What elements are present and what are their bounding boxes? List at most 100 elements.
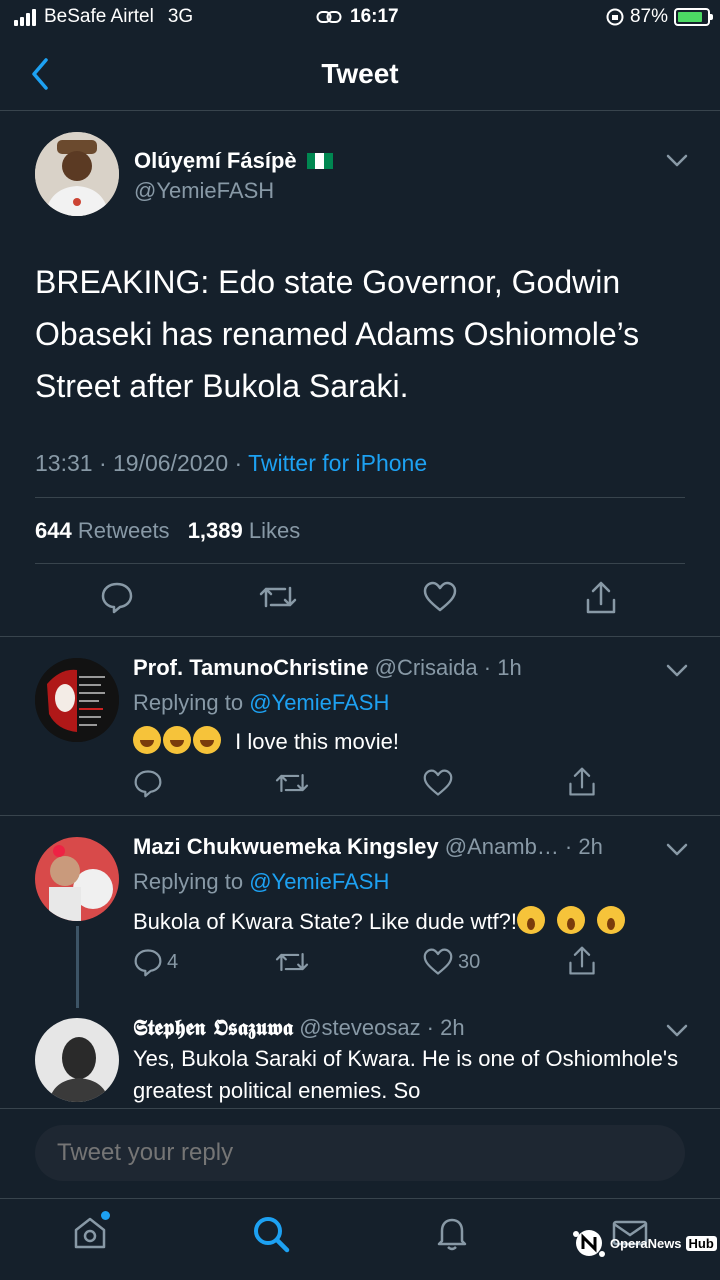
watermark-text: OperaNews — [610, 1235, 682, 1251]
reply-avatar[interactable] — [35, 1018, 119, 1102]
chevron-down-icon[interactable] — [666, 154, 688, 168]
search-icon — [254, 1217, 290, 1253]
replying-to-label: Replying to — [133, 690, 244, 715]
retweets-label[interactable]: Retweets — [78, 518, 170, 543]
reply-text: I love this movie! — [235, 729, 399, 754]
carrier-label: BeSafe Airtel — [44, 6, 154, 27]
thread-line — [76, 926, 79, 1008]
status-center: 16:17 — [316, 6, 399, 28]
reply-header: Mazi Chukwuemeka Kingsley @Anamb… · 2h — [133, 834, 603, 860]
network-label: 3G — [167, 6, 194, 27]
screaming-face-emoji — [597, 906, 626, 934]
like-button[interactable] — [422, 768, 454, 798]
reply-button[interactable] — [100, 580, 134, 614]
watermark: OperaNews Hub — [572, 1226, 717, 1260]
chevron-down-icon[interactable] — [666, 843, 688, 857]
divider — [35, 497, 685, 498]
reply-author-name[interactable]: 𝕾𝖙𝖊𝖕𝖍𝖊𝖓 𝕺𝖘𝖆𝖟𝖚𝖜𝖆 — [133, 1015, 293, 1041]
comment-icon — [101, 582, 133, 614]
tweet-stats: 644 Retweets 1,389 Likes — [35, 518, 300, 544]
watermark-badge: Hub — [685, 1235, 717, 1251]
tweet-timestamp: 13:31 · 19/06/2020 · — [35, 450, 243, 476]
share-button[interactable] — [583, 580, 619, 616]
chevron-down-icon[interactable] — [666, 664, 688, 678]
reply-button[interactable] — [133, 768, 163, 798]
share-icon — [569, 946, 595, 975]
rotation-lock-icon — [606, 8, 624, 26]
reply-composer-bar — [0, 1108, 720, 1198]
page-title: Tweet — [321, 58, 399, 89]
replying-to-handle[interactable]: @YemieFASH — [249, 690, 389, 715]
share-button[interactable] — [566, 945, 598, 977]
retweets-count[interactable]: 644 — [35, 518, 72, 543]
divider — [35, 563, 685, 564]
author-avatar[interactable] — [35, 132, 119, 216]
likes-count[interactable]: 1,389 — [188, 518, 243, 543]
link-icon — [316, 11, 342, 23]
battery-percent: 87% — [629, 6, 668, 27]
reply-avatar[interactable] — [35, 837, 119, 921]
reply-author-handle: @Crisaida · 1h — [374, 655, 522, 680]
operanews-logo-icon — [573, 1230, 605, 1257]
retweet-button[interactable] — [274, 768, 310, 798]
like-count: 30 — [458, 950, 481, 973]
tweet-actions — [0, 580, 720, 620]
reply-input[interactable] — [35, 1125, 685, 1181]
replying-to-handle[interactable]: @YemieFASH — [249, 869, 389, 894]
tab-search[interactable] — [250, 1213, 294, 1257]
reply-tweet[interactable]: Mazi Chukwuemeka Kingsley @Anamb… · 2h R… — [0, 817, 720, 997]
retweet-icon — [259, 586, 297, 608]
tweet-meta: 13:31 · 19/06/2020 · Twitter for iPhone — [35, 450, 427, 477]
tab-home[interactable] — [70, 1211, 114, 1257]
reply-author-handle: @steveosaz · 2h — [299, 1015, 465, 1040]
reply-text-row: Bukola of Kwara State? Like dude wtf?! — [133, 906, 627, 938]
reply-text: Bukola of Kwara State? Like dude wtf?! — [133, 909, 518, 934]
share-icon — [569, 767, 595, 796]
reply-count: 4 — [167, 950, 179, 973]
heart-icon — [423, 769, 453, 796]
retweet-icon — [275, 773, 309, 793]
like-button[interactable] — [422, 580, 458, 614]
reply-author-name[interactable]: Mazi Chukwuemeka Kingsley — [133, 834, 439, 859]
reply-button[interactable]: 4 — [133, 947, 178, 977]
retweet-button[interactable] — [274, 947, 310, 977]
reply-header: 𝕾𝖙𝖊𝖕𝖍𝖊𝖓 𝕺𝖘𝖆𝖟𝖚𝖜𝖆 @steveosaz · 2h — [133, 1015, 465, 1041]
reply-tweet[interactable]: 𝕾𝖙𝖊𝖕𝖍𝖊𝖓 𝕺𝖘𝖆𝖟𝖚𝖜𝖆 @steveosaz · 2h Yes, Buk… — [0, 998, 720, 1108]
screaming-face-emoji — [557, 906, 586, 934]
replying-to-label: Replying to — [133, 869, 244, 894]
author-name[interactable]: Olúyẹmí Fásípè — [134, 148, 297, 174]
retweet-button[interactable] — [258, 580, 298, 614]
heart-icon — [423, 948, 453, 975]
clock: 16:17 — [350, 6, 399, 27]
tweet-source-link[interactable]: Twitter for iPhone — [248, 450, 427, 476]
reply-header: Prof. TamunoChristine @Crisaida · 1h — [133, 655, 522, 681]
notification-dot — [101, 1211, 110, 1220]
retweet-icon — [275, 952, 309, 972]
comment-icon — [134, 770, 162, 798]
screaming-face-emoji — [517, 906, 546, 934]
tweet-text: BREAKING: Edo state Governor, Godwin Oba… — [35, 264, 640, 404]
chevron-down-icon[interactable] — [666, 1024, 688, 1038]
status-right: 87% — [606, 6, 713, 28]
likes-label[interactable]: Likes — [249, 518, 300, 543]
reply-tweet[interactable]: Prof. TamunoChristine @Crisaida · 1h Rep… — [0, 638, 720, 816]
reply-author-name[interactable]: Prof. TamunoChristine — [133, 655, 369, 680]
like-button[interactable]: 30 — [422, 947, 480, 977]
heart-icon — [423, 581, 457, 612]
battery-icon — [674, 8, 713, 26]
signal-icon — [14, 8, 36, 26]
reply-text: Yes, Bukola Saraki of Kwara. He is one o… — [133, 1046, 679, 1103]
status-bar: BeSafe Airtel 3G 16:17 87% — [0, 0, 720, 36]
grinning-face-emoji — [193, 726, 221, 754]
reply-avatar[interactable] — [35, 658, 119, 742]
tears-of-joy-emoji — [133, 726, 161, 754]
tab-notifications[interactable] — [432, 1213, 476, 1257]
share-icon — [586, 581, 616, 614]
status-left: BeSafe Airtel 3G — [14, 6, 193, 28]
replying-to: Replying to @YemieFASH — [133, 869, 389, 895]
battery-fill — [678, 12, 703, 22]
author-handle: @YemieFASH — [134, 178, 275, 203]
share-button[interactable] — [566, 766, 598, 798]
comment-icon — [134, 949, 162, 977]
nav-bar: Tweet — [0, 36, 720, 111]
